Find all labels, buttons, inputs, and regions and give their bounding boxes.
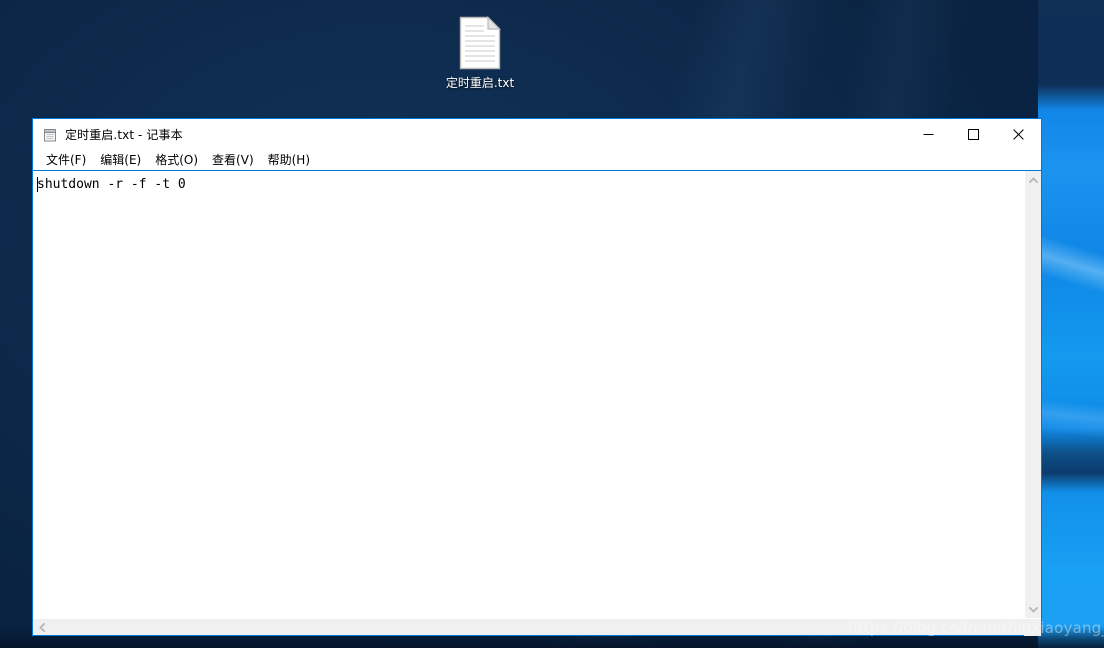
text-editor[interactable]: shutdown -r -f -t 0	[33, 171, 1024, 618]
menu-item-file[interactable]: 文件(F)	[39, 151, 93, 169]
client-area: shutdown -r -f -t 0	[33, 170, 1041, 636]
maximize-button[interactable]	[951, 119, 996, 150]
document-text: shutdown -r -f -t 0	[37, 177, 186, 192]
title-bar[interactable]: 定时重启.txt - 记事本	[33, 119, 1041, 150]
vertical-scrollbar[interactable]	[1024, 171, 1041, 618]
menu-label-format: 格式(O)	[155, 153, 199, 167]
editor-row: shutdown -r -f -t 0	[33, 171, 1041, 618]
menu-item-view[interactable]: 查看(V)	[205, 151, 261, 169]
chevron-up-icon	[1028, 176, 1038, 183]
notepad-icon	[44, 128, 56, 141]
scroll-left-button[interactable]	[33, 619, 50, 636]
scroll-down-button[interactable]	[1025, 601, 1042, 618]
menu-item-help[interactable]: 帮助(H)	[261, 151, 317, 169]
scrollbar-corner	[1024, 618, 1041, 636]
close-icon	[1013, 129, 1024, 140]
horizontal-scrollbar[interactable]	[33, 618, 1041, 636]
menu-item-edit[interactable]: 编辑(E)	[93, 151, 148, 169]
wallpaper-light-rays	[1038, 0, 1104, 648]
text-file-icon	[459, 16, 501, 70]
desktop-icon-text-file[interactable]: 定时重启.txt	[440, 16, 520, 91]
menu-item-format[interactable]: 格式(O)	[148, 151, 205, 169]
minimize-button[interactable]	[906, 119, 951, 150]
menu-label-file: 文件(F)	[46, 153, 87, 167]
menu-bar[interactable]: 文件(F) 编辑(E) 格式(O) 查看(V) 帮助(H)	[33, 150, 1041, 170]
desktop[interactable]: 定时重启.txt 定时重启.txt - 记事本 文件(F) 编辑(E) 格式(O…	[0, 0, 1104, 648]
menu-label-edit: 编辑(E)	[100, 153, 142, 167]
chevron-left-icon	[38, 622, 45, 632]
close-button[interactable]	[996, 119, 1041, 150]
scroll-up-button[interactable]	[1025, 171, 1042, 188]
window-controls[interactable]	[906, 119, 1041, 150]
horizontal-scroll-track[interactable]	[50, 619, 1024, 636]
menu-label-view: 查看(V)	[212, 153, 254, 167]
minimize-icon	[923, 134, 934, 135]
notepad-window[interactable]: 定时重启.txt - 记事本 文件(F) 编辑(E) 格式(O) 查看(V) 帮…	[32, 118, 1042, 636]
desktop-icon-label: 定时重启.txt	[445, 76, 515, 90]
maximize-icon	[968, 129, 979, 140]
menu-label-help: 帮助(H)	[267, 153, 311, 167]
chevron-down-icon	[1028, 606, 1038, 613]
vertical-scroll-track[interactable]	[1025, 188, 1042, 601]
window-title: 定时重启.txt - 记事本	[65, 128, 183, 142]
